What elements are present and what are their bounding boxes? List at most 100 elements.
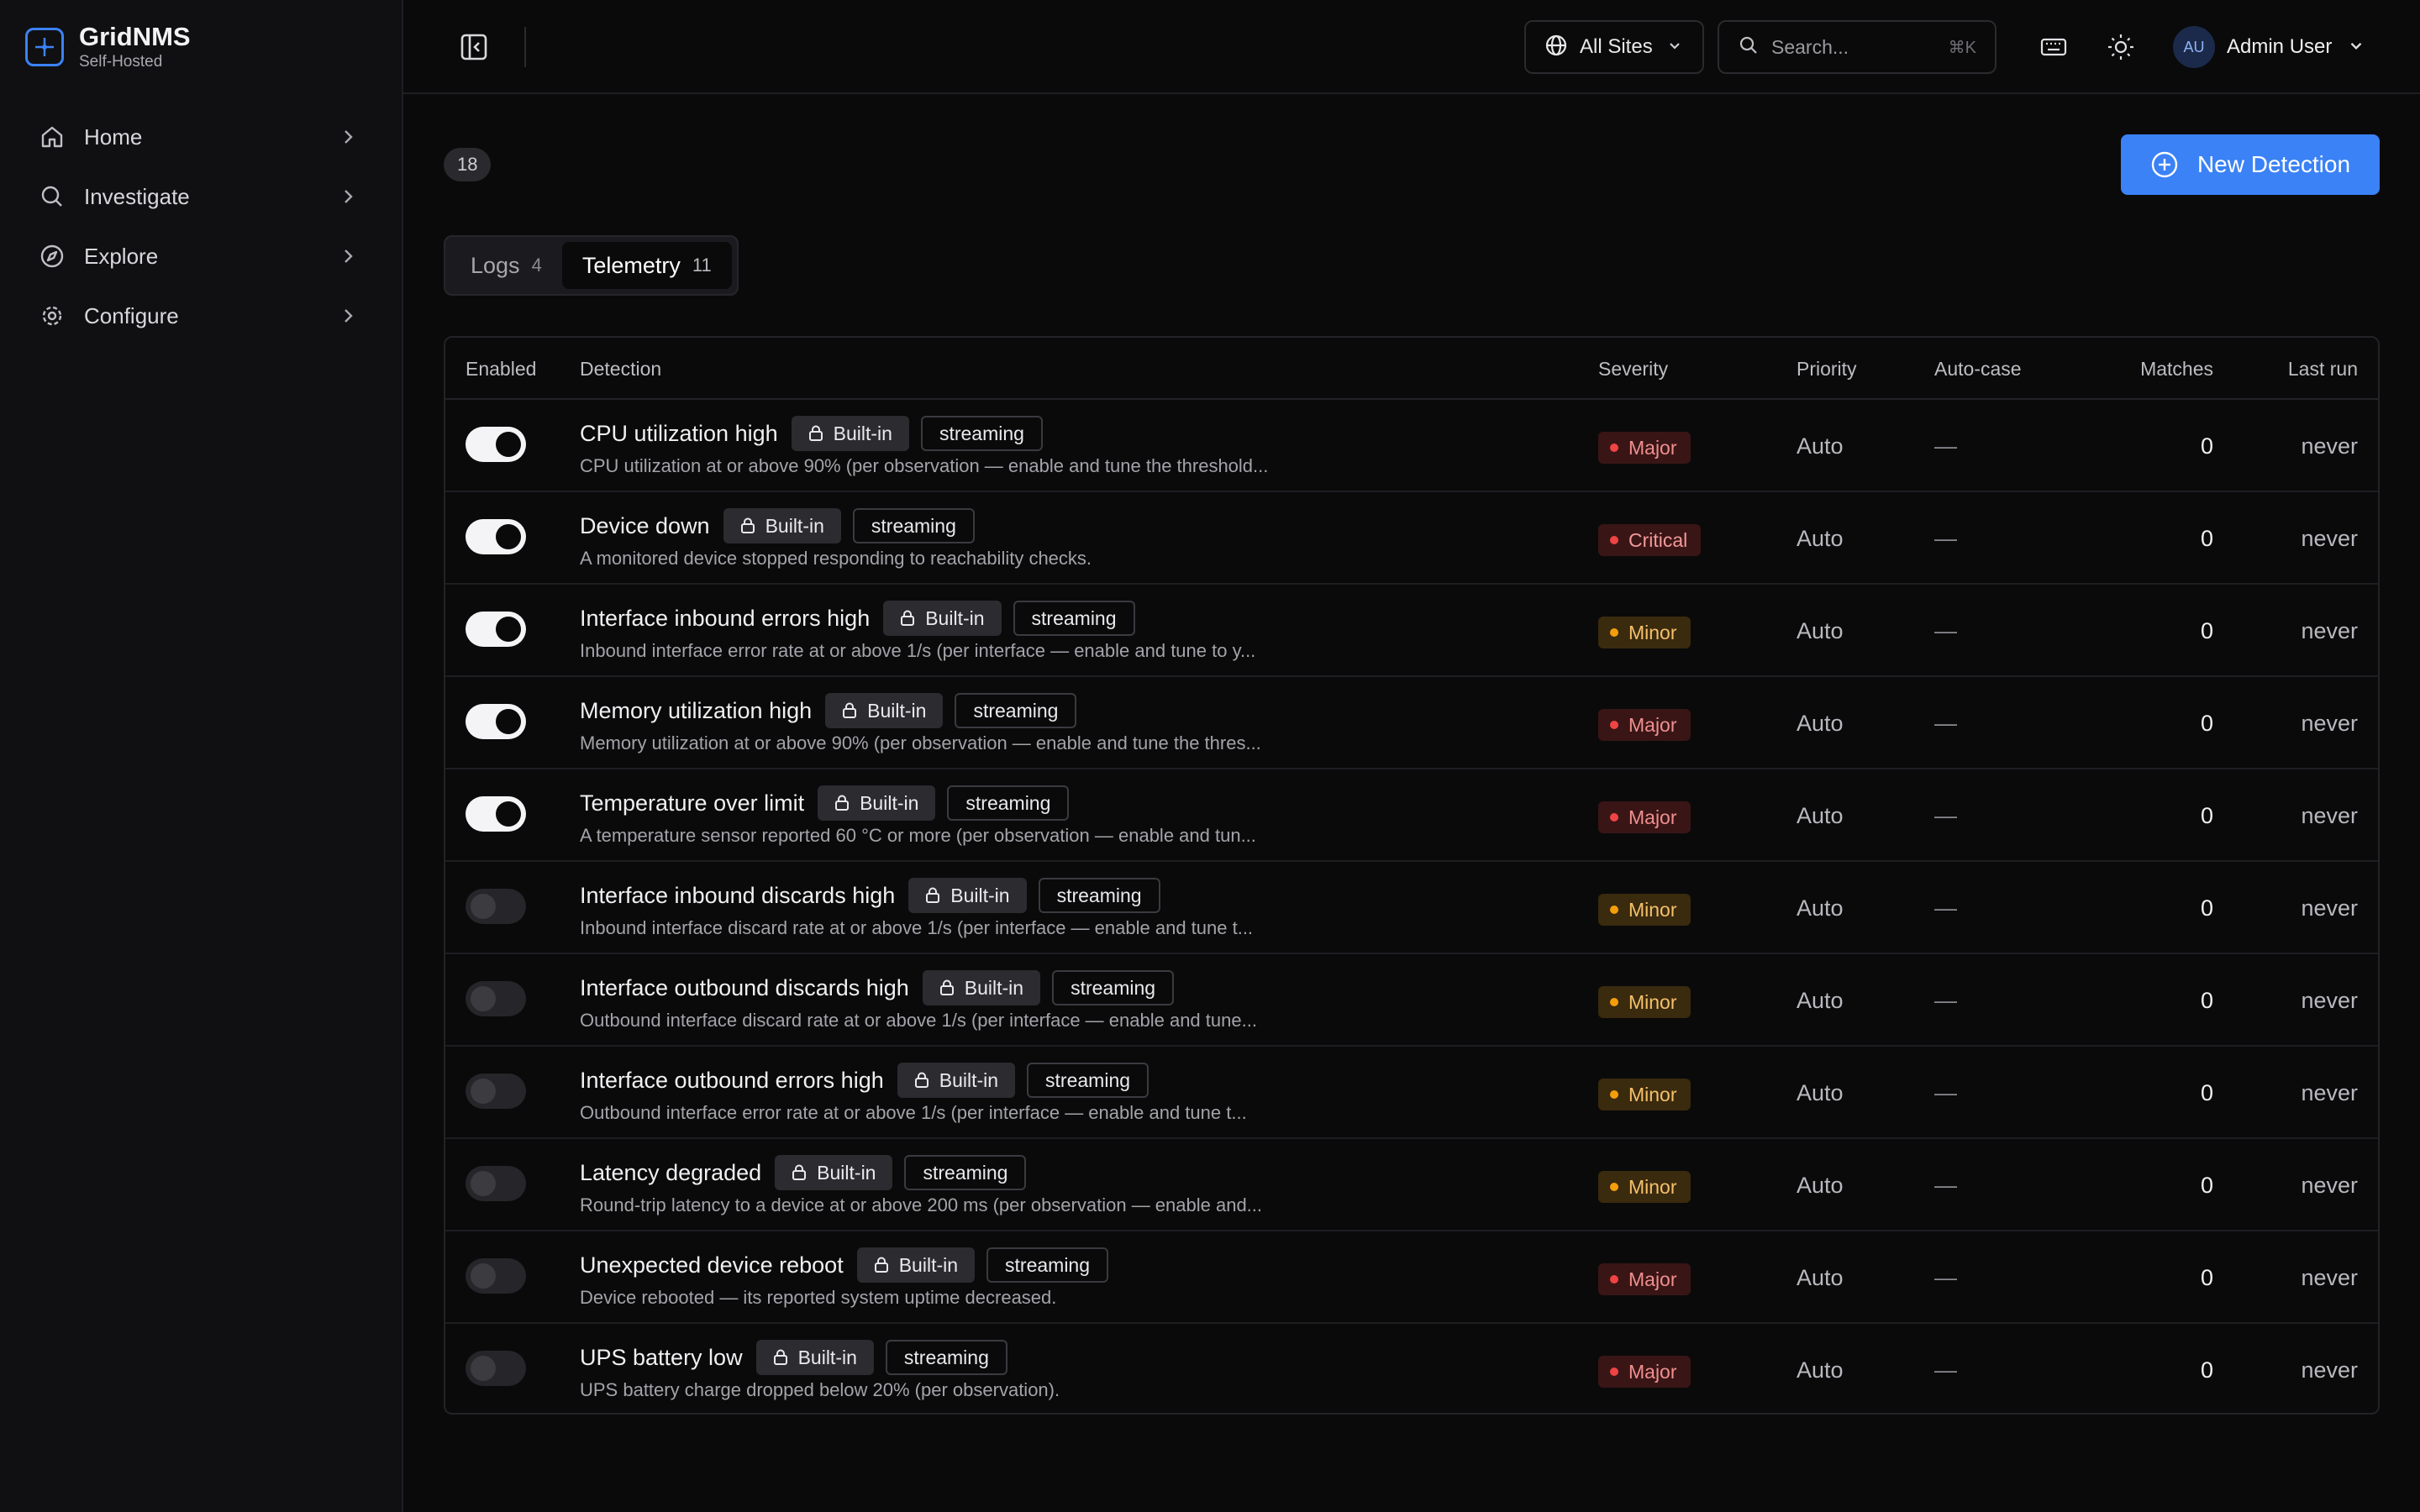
detection-description: Memory utilization at or above 90% (per … bbox=[580, 732, 1261, 753]
source-tabs: Logs 4 Telemetry 11 bbox=[444, 235, 739, 296]
autocase-value: — bbox=[1934, 1264, 1957, 1290]
column-header-lastrun[interactable]: Last run bbox=[2288, 338, 2358, 400]
detection-cell: Device down Built-in streaming A monitor… bbox=[580, 507, 2126, 570]
sidebar-item-home[interactable]: Home bbox=[17, 111, 378, 163]
column-header-priority[interactable]: Priority bbox=[1797, 338, 1857, 400]
builtin-badge: Built-in bbox=[922, 970, 1041, 1005]
tab-logs[interactable]: Logs 4 bbox=[450, 242, 562, 289]
priority-value: Auto bbox=[1797, 710, 1844, 736]
detections-table: Enabled Detection Severity Priority Auto… bbox=[444, 336, 2380, 1415]
table-row[interactable]: UPS battery low Built-in streaming UPS b… bbox=[445, 1324, 2378, 1413]
priority-value: Auto bbox=[1797, 1264, 1844, 1290]
site-selector[interactable]: All Sites bbox=[1524, 20, 1704, 74]
table-row[interactable]: Unexpected device reboot Built-in stream… bbox=[445, 1231, 2378, 1324]
table-row[interactable]: CPU utilization high Built-in streaming … bbox=[445, 400, 2378, 492]
table-row[interactable]: Memory utilization high Built-in streami… bbox=[445, 677, 2378, 769]
global-search[interactable]: ⌘K bbox=[1718, 20, 1996, 74]
enabled-toggle[interactable] bbox=[466, 1258, 526, 1294]
column-header-autocase[interactable]: Auto-case bbox=[1934, 338, 2022, 400]
last-run-value: never bbox=[2301, 1172, 2358, 1198]
toggle-knob bbox=[496, 709, 521, 734]
enabled-toggle[interactable] bbox=[466, 1351, 526, 1386]
builtin-badge: Built-in bbox=[897, 1063, 1016, 1098]
user-name: Admin User bbox=[2227, 35, 2333, 58]
severity-label: Critical bbox=[1628, 528, 1688, 551]
tab-telemetry[interactable]: Telemetry 11 bbox=[561, 242, 732, 289]
sun-icon bbox=[2108, 34, 2133, 60]
lock-icon bbox=[898, 609, 917, 627]
severity-label: Minor bbox=[1628, 621, 1677, 643]
detection-name[interactable]: Memory utilization high bbox=[580, 698, 812, 724]
builtin-badge: Built-in bbox=[825, 693, 944, 728]
detection-cell: Latency degraded Built-in streaming Roun… bbox=[580, 1154, 2126, 1216]
brand[interactable]: GridNMS Self-Hosted bbox=[25, 22, 191, 72]
toggle-knob bbox=[471, 1263, 496, 1289]
detection-name[interactable]: Interface outbound discards high bbox=[580, 975, 909, 1001]
home-icon bbox=[37, 122, 67, 152]
autocase-value: — bbox=[1934, 987, 1957, 1013]
enabled-toggle[interactable] bbox=[466, 796, 526, 832]
sidebar-item-explore[interactable]: Explore bbox=[17, 230, 378, 282]
sidebar-item-configure[interactable]: Configure bbox=[17, 290, 378, 342]
table-row[interactable]: Interface inbound discards high Built-in… bbox=[445, 862, 2378, 954]
table-row[interactable]: Device down Built-in streaming A monitor… bbox=[445, 492, 2378, 585]
table-row[interactable]: Latency degraded Built-in streaming Roun… bbox=[445, 1139, 2378, 1231]
detection-description: A monitored device stopped responding to… bbox=[580, 548, 1092, 569]
theme-toggle-button[interactable] bbox=[2102, 29, 2139, 66]
detection-name[interactable]: UPS battery low bbox=[580, 1345, 743, 1371]
detection-name[interactable]: Temperature over limit bbox=[580, 790, 804, 816]
brand-subtitle: Self-Hosted bbox=[79, 53, 163, 71]
toggle-knob bbox=[471, 1356, 496, 1381]
user-menu[interactable]: AU Admin User bbox=[2173, 24, 2365, 71]
column-header-severity[interactable]: Severity bbox=[1598, 338, 1668, 400]
table-row[interactable]: Temperature over limit Built-in streamin… bbox=[445, 769, 2378, 862]
enabled-toggle[interactable] bbox=[466, 704, 526, 739]
keyboard-shortcuts-button[interactable] bbox=[2035, 29, 2072, 66]
column-header-enabled[interactable]: Enabled bbox=[466, 338, 536, 400]
column-header-detection[interactable]: Detection bbox=[580, 338, 661, 400]
detection-name[interactable]: Unexpected device reboot bbox=[580, 1252, 844, 1278]
table-row[interactable]: Interface inbound errors high Built-in s… bbox=[445, 585, 2378, 677]
enabled-toggle[interactable] bbox=[466, 1074, 526, 1109]
enabled-toggle[interactable] bbox=[466, 612, 526, 647]
column-header-matches[interactable]: Matches bbox=[2140, 338, 2213, 400]
sidebar-item-investigate[interactable]: Investigate bbox=[17, 171, 378, 223]
matches-count: 0 bbox=[2200, 433, 2213, 459]
detection-name[interactable]: Interface outbound errors high bbox=[580, 1068, 884, 1094]
severity-label: Major bbox=[1628, 1360, 1677, 1383]
enabled-toggle[interactable] bbox=[466, 1166, 526, 1201]
streaming-badge: streaming bbox=[1013, 601, 1135, 636]
priority-value: Auto bbox=[1797, 1079, 1844, 1105]
detection-name[interactable]: CPU utilization high bbox=[580, 421, 778, 447]
toggle-knob bbox=[471, 894, 496, 919]
table-row[interactable]: Interface outbound discards high Built-i… bbox=[445, 954, 2378, 1047]
avatar: AU bbox=[2173, 26, 2215, 68]
new-detection-button[interactable]: New Detection bbox=[2121, 134, 2380, 195]
detection-name[interactable]: Interface inbound discards high bbox=[580, 883, 895, 909]
search-icon bbox=[1738, 34, 1760, 60]
severity-dot bbox=[1610, 444, 1618, 452]
chevron-down-icon bbox=[1666, 37, 1683, 58]
detection-name[interactable]: Interface inbound errors high bbox=[580, 606, 870, 632]
enabled-toggle[interactable] bbox=[466, 889, 526, 924]
detection-name[interactable]: Latency degraded bbox=[580, 1160, 761, 1186]
detection-description: Outbound interface discard rate at or ab… bbox=[580, 1010, 1257, 1031]
toggle-knob bbox=[471, 1171, 496, 1196]
search-input[interactable] bbox=[1771, 35, 1939, 59]
enabled-toggle[interactable] bbox=[466, 519, 526, 554]
enabled-toggle[interactable] bbox=[466, 427, 526, 462]
severity-badge: Major bbox=[1598, 709, 1691, 741]
priority-value: Auto bbox=[1797, 802, 1844, 828]
builtin-label: Built-in bbox=[765, 514, 824, 537]
toggle-knob bbox=[496, 801, 521, 827]
table-row[interactable]: Interface outbound errors high Built-in … bbox=[445, 1047, 2378, 1139]
streaming-badge: streaming bbox=[1038, 878, 1160, 913]
sidebar-collapse-button[interactable] bbox=[455, 29, 492, 66]
detection-name[interactable]: Device down bbox=[580, 513, 710, 539]
enabled-toggle[interactable] bbox=[466, 981, 526, 1016]
autocase-value: — bbox=[1934, 1357, 1957, 1383]
last-run-value: never bbox=[2301, 987, 2358, 1013]
new-detection-label: New Detection bbox=[2196, 151, 2351, 177]
sidebar-item-label: Explore bbox=[84, 243, 159, 269]
autocase-value: — bbox=[1934, 895, 1957, 921]
